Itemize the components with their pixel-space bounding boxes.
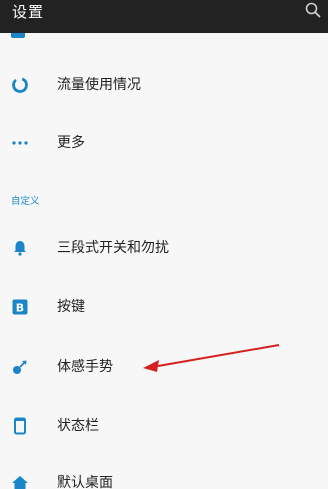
settings-item-data-usage[interactable]: 流量使用情况 bbox=[0, 59, 328, 111]
settings-item-label: 按键 bbox=[57, 299, 85, 315]
settings-item-label: 更多 bbox=[57, 135, 85, 151]
section-header-custom: 自定义 bbox=[11, 196, 40, 207]
svg-text:B: B bbox=[16, 302, 24, 315]
settings-item-label: 流量使用情况 bbox=[57, 77, 141, 93]
gesture-icon bbox=[13, 360, 27, 374]
phone-outline-icon bbox=[14, 417, 26, 435]
page-title: 设置 bbox=[12, 3, 45, 21]
b-key-icon: B bbox=[12, 299, 28, 315]
partial-icon bbox=[11, 33, 25, 38]
settings-item-more[interactable]: 更多 bbox=[0, 117, 328, 169]
app-bar: 设置 bbox=[0, 0, 328, 33]
bell-icon bbox=[14, 241, 26, 256]
settings-item-label: 默认桌面 bbox=[57, 475, 113, 489]
data-usage-ring-icon bbox=[12, 77, 28, 93]
search-icon[interactable] bbox=[304, 1, 322, 19]
settings-item-gestures[interactable]: 体感手势 bbox=[0, 341, 328, 393]
settings-item-alert-slider[interactable]: 三段式开关和勿扰 bbox=[0, 222, 328, 274]
settings-item-status-bar[interactable]: 状态栏 bbox=[0, 400, 328, 452]
settings-item-label: 体感手势 bbox=[57, 359, 113, 375]
settings-item-label: 三段式开关和勿扰 bbox=[57, 240, 169, 256]
more-dots-icon bbox=[12, 141, 28, 145]
settings-item-buttons[interactable]: B 按键 bbox=[0, 281, 328, 333]
home-icon bbox=[12, 476, 28, 489]
settings-item-default-launcher[interactable]: 默认桌面 bbox=[0, 457, 328, 489]
settings-item-label: 状态栏 bbox=[57, 418, 99, 434]
